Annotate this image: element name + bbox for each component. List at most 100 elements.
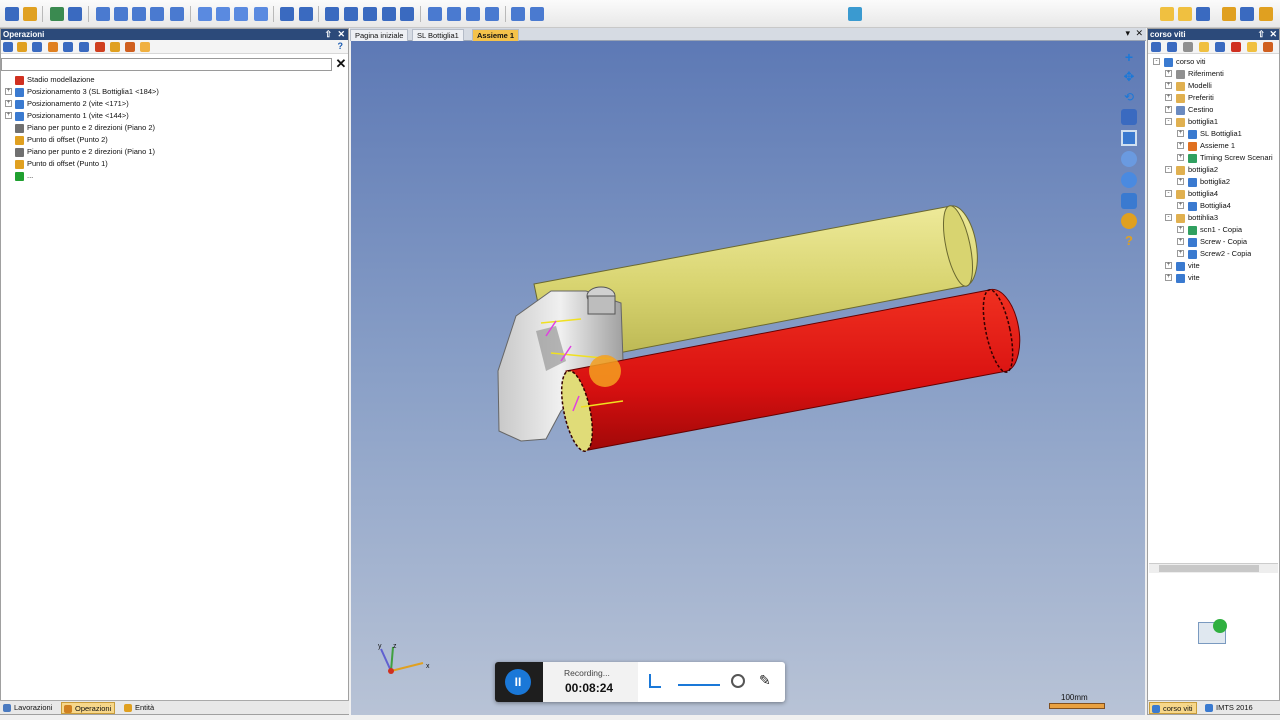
bottom-tab[interactable]: IMTS 2016 xyxy=(1203,702,1256,714)
step-back-icon[interactable] xyxy=(63,42,73,52)
bottom-tab[interactable]: corso viti xyxy=(1149,702,1197,714)
zoom-icon[interactable] xyxy=(1121,172,1137,188)
collapse-icon[interactable]: - xyxy=(1165,118,1172,125)
import-icon[interactable] xyxy=(1198,619,1227,644)
select-filter-icon[interactable] xyxy=(1196,7,1210,21)
new-folder-icon[interactable] xyxy=(1167,42,1177,52)
help-icon[interactable]: ? xyxy=(338,41,344,51)
view-orient-icon[interactable] xyxy=(1121,109,1137,125)
filter-icon[interactable] xyxy=(848,7,862,21)
clear-search-button[interactable]: ✕ xyxy=(334,57,348,71)
expand-icon[interactable]: + xyxy=(5,112,12,119)
properties-icon[interactable] xyxy=(140,42,150,52)
project-tree-item[interactable]: + Cestino xyxy=(1165,104,1213,116)
collapse-icon[interactable]: - xyxy=(1153,58,1160,65)
document-tab[interactable]: Assieme 1 xyxy=(472,29,520,41)
operation-tree-item[interactable]: ... xyxy=(5,170,33,182)
toggle-icon[interactable] xyxy=(1222,7,1236,21)
info-icon[interactable] xyxy=(1247,42,1257,52)
expand-icon[interactable]: + xyxy=(1165,70,1172,77)
document-tab[interactable]: SL Bottiglia1 xyxy=(412,29,464,41)
expand-icon[interactable]: + xyxy=(5,88,12,95)
project-tree-item[interactable]: + Assieme 1 xyxy=(1177,140,1235,152)
tree-view-icon[interactable] xyxy=(3,42,13,52)
rollback-icon[interactable] xyxy=(48,42,58,52)
project-tree-item[interactable]: - bottihlia3 xyxy=(1165,212,1218,224)
project-tree-item[interactable]: + vite xyxy=(1165,260,1200,272)
expand-icon[interactable]: + xyxy=(1177,142,1184,149)
step-forward-icon[interactable] xyxy=(79,42,89,52)
pattern-icon[interactable] xyxy=(400,7,414,21)
pan-icon[interactable]: ✥ xyxy=(1121,69,1137,85)
close-icon[interactable]: ✕ xyxy=(1269,29,1277,40)
move-icon[interactable] xyxy=(198,7,212,21)
bottom-tab[interactable]: Entità xyxy=(122,702,157,714)
project-tree-item[interactable]: + vite xyxy=(1165,272,1200,284)
collapse-icon[interactable]: - xyxy=(1165,214,1172,221)
expand-icon[interactable]: + xyxy=(1177,238,1184,245)
collapse-icon[interactable]: - xyxy=(1165,166,1172,173)
rotate-point-icon[interactable] xyxy=(132,7,146,21)
select-window-icon[interactable] xyxy=(1178,7,1192,21)
move-point-icon[interactable] xyxy=(234,7,248,21)
volume-slider[interactable] xyxy=(678,684,720,686)
project-tree-item[interactable]: + Bottiglia4 xyxy=(1177,200,1231,212)
project-tree-item[interactable]: + scn1 - Copia xyxy=(1177,224,1242,236)
interference-icon[interactable] xyxy=(485,7,499,21)
rotate-icon[interactable]: ⟲ xyxy=(1121,89,1137,105)
filter-icon[interactable] xyxy=(1215,42,1225,52)
operation-tree-item[interactable]: + Posizionamento 2 (vite <171>) xyxy=(5,98,129,110)
collapse-icon[interactable]: - xyxy=(1165,190,1172,197)
insert-assembly-icon[interactable] xyxy=(344,7,358,21)
project-tree-item[interactable]: - bottiglia1 xyxy=(1165,116,1218,128)
refresh-icon[interactable] xyxy=(1183,42,1193,52)
operation-tree-item[interactable]: + Posizionamento 3 (SL Bottiglia1 <184>) xyxy=(5,86,159,98)
expand-icon[interactable]: + xyxy=(1165,274,1172,281)
explode-icon[interactable] xyxy=(447,7,461,21)
operation-tree-item[interactable]: Piano per punto e 2 direzioni (Piano 1) xyxy=(5,146,155,158)
expand-icon[interactable]: + xyxy=(1165,82,1172,89)
expand-icon[interactable]: + xyxy=(1177,202,1184,209)
scrollbar-thumb[interactable] xyxy=(1159,565,1259,572)
help-icon[interactable]: ? xyxy=(1121,233,1137,249)
project-tree-item[interactable]: - bottiglia4 xyxy=(1165,188,1218,200)
webcam-icon[interactable] xyxy=(731,674,745,688)
project-tree-item[interactable]: - corso viti xyxy=(1153,56,1206,68)
insert-part-icon[interactable] xyxy=(325,7,339,21)
position-icon[interactable] xyxy=(50,7,64,21)
pin-icon[interactable]: ⇧ xyxy=(1257,29,1265,40)
operation-tree-item[interactable]: Piano per punto e 2 direzioni (Piano 2) xyxy=(5,122,155,134)
expand-icon[interactable]: + xyxy=(1165,94,1172,101)
expand-icon[interactable]: + xyxy=(1177,130,1184,137)
horizontal-scrollbar[interactable] xyxy=(1149,563,1278,573)
attach-icon[interactable] xyxy=(23,7,37,21)
regenerate-icon[interactable] xyxy=(95,42,105,52)
home-icon[interactable] xyxy=(1151,42,1161,52)
zoom-window-icon[interactable] xyxy=(1121,151,1137,167)
shading-icon[interactable] xyxy=(1121,193,1137,209)
operations-search-input[interactable] xyxy=(1,58,332,71)
operation-tree-item[interactable]: Punto di offset (Punto 1) xyxy=(5,158,108,170)
expand-icon[interactable]: + xyxy=(1165,106,1172,113)
replace-icon[interactable] xyxy=(363,7,377,21)
project-tree-item[interactable]: + Riferimenti xyxy=(1165,68,1224,80)
pause-button[interactable]: II xyxy=(505,669,531,695)
project-tree-item[interactable]: + Screw2 - Copia xyxy=(1177,248,1251,260)
layout-icon[interactable] xyxy=(1240,7,1254,21)
tab-list-icon[interactable]: ▾ xyxy=(1125,28,1130,39)
rotate-axis-icon[interactable] xyxy=(114,7,128,21)
rotate-free-icon[interactable] xyxy=(170,7,184,21)
measure-dropdown-icon[interactable] xyxy=(530,7,544,21)
close-icon[interactable]: ✕ xyxy=(337,29,345,40)
expand-icon[interactable]: + xyxy=(1177,154,1184,161)
project-tree-item[interactable]: + Screw - Copia xyxy=(1177,236,1247,248)
close-document-icon[interactable]: ✕ xyxy=(1135,28,1143,39)
copy-icon[interactable] xyxy=(382,7,396,21)
connect-icon[interactable] xyxy=(5,7,19,21)
snap-icon[interactable] xyxy=(280,7,294,21)
project-tree-item[interactable]: + bottiglia2 xyxy=(1177,176,1230,188)
zoom-fit-icon[interactable]: + xyxy=(1121,49,1137,65)
move-axis-icon[interactable] xyxy=(216,7,230,21)
pin-icon[interactable]: ⇧ xyxy=(324,29,332,40)
group-icon[interactable] xyxy=(110,42,120,52)
